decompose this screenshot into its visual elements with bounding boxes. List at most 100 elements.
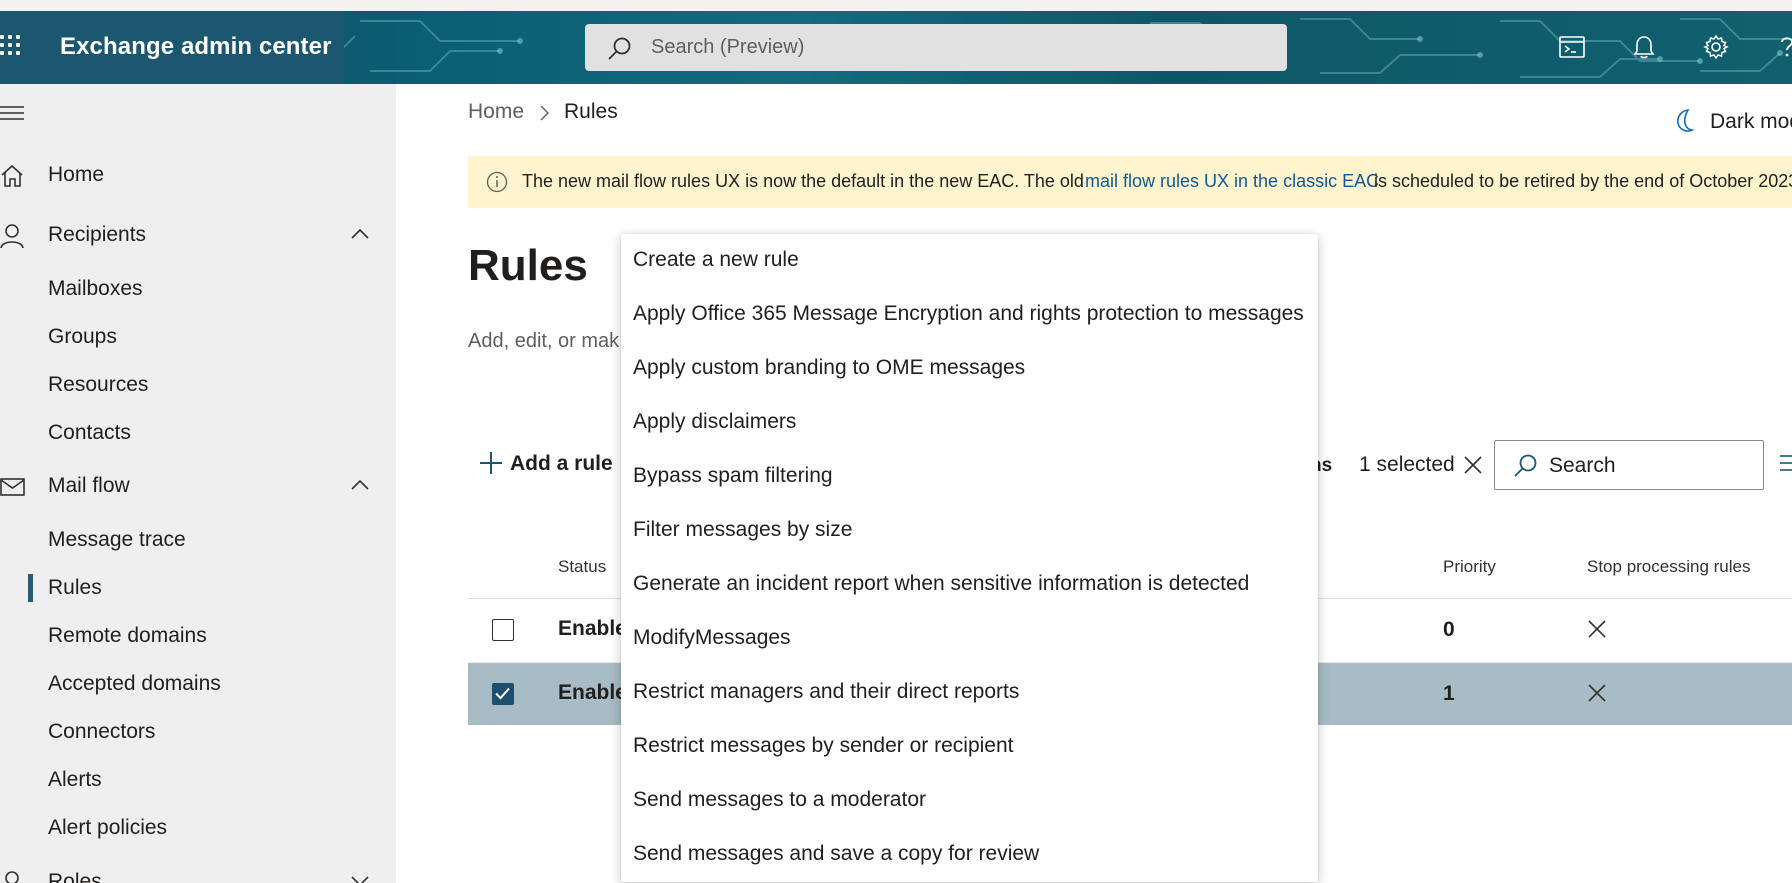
menu-item-moderator[interactable]: Send messages to a moderator xyxy=(621,774,1318,828)
nav-item-recipients[interactable]: Recipients xyxy=(0,215,396,255)
nav-item-connectors[interactable]: Connectors xyxy=(0,712,396,752)
page-title: Rules xyxy=(468,241,588,290)
person-icon xyxy=(0,224,24,249)
column-header-stop-processing[interactable]: Stop processing rules xyxy=(1587,557,1750,577)
menu-item-label: Apply custom branding to OME messages xyxy=(633,356,1026,379)
menu-item-label: Bypass spam filtering xyxy=(633,464,833,487)
close-icon[interactable] xyxy=(1462,454,1484,476)
menu-item-apply-ome[interactable]: Apply Office 365 Message Encryption and … xyxy=(621,288,1318,342)
menu-item-restrict-managers[interactable]: Restrict managers and their direct repor… xyxy=(621,666,1318,720)
chevron-right-icon xyxy=(540,105,549,121)
row-status: Enable xyxy=(558,617,627,640)
menu-item-modify-messages[interactable]: ModifyMessages xyxy=(621,612,1318,666)
info-banner: The new mail flow rules UX is now the de… xyxy=(468,156,1792,208)
nav-item-label: Mail flow xyxy=(48,474,130,497)
nav-item-message-trace[interactable]: Message trace xyxy=(0,520,396,560)
moon-icon xyxy=(1677,108,1695,132)
chevron-up-icon[interactable] xyxy=(350,227,370,241)
menu-item-label: Filter messages by size xyxy=(633,518,853,541)
menu-item-label: Send messages to a moderator xyxy=(633,788,926,811)
terminal-icon[interactable] xyxy=(1558,33,1586,61)
nav-item-groups[interactable]: Groups xyxy=(0,317,396,357)
nav-item-label: Roles xyxy=(48,870,102,883)
nav-item-contacts[interactable]: Contacts xyxy=(0,413,396,453)
global-search-input[interactable]: Search (Preview) xyxy=(585,24,1287,71)
search-icon xyxy=(608,37,631,60)
chevron-down-icon[interactable] xyxy=(350,874,370,883)
nav-item-label: Resources xyxy=(48,373,149,396)
nav-item-label: Contacts xyxy=(48,421,131,444)
banner-link[interactable]: mail flow rules UX in the classic EAC xyxy=(1085,171,1379,192)
row-priority: 1 xyxy=(1443,682,1455,705)
chevron-up-icon[interactable] xyxy=(350,478,370,492)
breadcrumb-current: Rules xyxy=(564,100,618,123)
nav-item-label: Rules xyxy=(48,576,102,599)
filter-icon[interactable] xyxy=(1780,452,1792,476)
menu-item-incident-report[interactable]: Generate an incident report when sensiti… xyxy=(621,558,1318,612)
menu-item-label: Restrict managers and their direct repor… xyxy=(633,680,1020,703)
search-icon xyxy=(1514,454,1537,477)
row-priority: 0 xyxy=(1443,618,1455,641)
add-rule-label: Add a rule xyxy=(510,452,613,475)
nav-item-label: Home xyxy=(48,163,105,186)
nav-item-label: Remote domains xyxy=(48,624,207,647)
table-search-input[interactable]: Search xyxy=(1494,440,1764,490)
table-search-placeholder: Search xyxy=(1549,454,1616,477)
menu-item-label: Send messages and save a copy for review xyxy=(633,842,1040,865)
nav-item-rules[interactable]: Rules xyxy=(0,568,396,608)
nav-item-label: Recipients xyxy=(48,223,147,246)
add-rule-dropdown-menu: Create a new rule Apply Office 365 Messa… xyxy=(621,234,1318,882)
help-icon[interactable] xyxy=(1774,33,1792,61)
browser-top-strip xyxy=(0,0,1792,11)
menu-item-label: Apply Office 365 Message Encryption and … xyxy=(633,302,1304,325)
nav-item-home[interactable]: Home xyxy=(0,155,396,195)
nav-item-label: Mailboxes xyxy=(48,277,143,300)
menu-item-restrict-sender[interactable]: Restrict messages by sender or recipient xyxy=(621,720,1318,774)
app-launcher-icon[interactable] xyxy=(0,35,24,59)
row-checkbox[interactable] xyxy=(492,619,514,641)
search-placeholder: Search (Preview) xyxy=(651,36,805,58)
menu-item-bypass-spam[interactable]: Bypass spam filtering xyxy=(621,450,1318,504)
nav-item-alerts[interactable]: Alerts xyxy=(0,760,396,800)
nav-item-remote-domains[interactable]: Remote domains xyxy=(0,616,396,656)
row-status: Enable xyxy=(558,681,627,704)
menu-item-label: Create a new rule xyxy=(633,248,799,271)
menu-item-label: Generate an incident report when sensiti… xyxy=(633,572,1250,595)
row-checkbox-checked[interactable] xyxy=(492,683,514,705)
column-header-priority[interactable]: Priority xyxy=(1443,557,1496,577)
left-navigation: Home Recipients Mailboxes Groups Resourc… xyxy=(0,84,396,883)
nav-item-label: Alert policies xyxy=(48,816,168,839)
home-icon xyxy=(1,164,23,187)
breadcrumb-home[interactable]: Home xyxy=(468,100,524,124)
menu-item-disclaimers[interactable]: Apply disclaimers xyxy=(621,396,1318,450)
menu-item-create-new-rule[interactable]: Create a new rule xyxy=(621,234,1318,288)
nav-item-mail-flow[interactable]: Mail flow xyxy=(0,466,396,506)
menu-item-custom-branding[interactable]: Apply custom branding to OME messages xyxy=(621,342,1318,396)
mail-icon xyxy=(0,478,25,496)
banner-text-end: is scheduled to be retired by the end of… xyxy=(1374,171,1792,191)
nav-item-label: Accepted domains xyxy=(48,672,221,695)
app-title[interactable]: Exchange admin center xyxy=(60,33,332,61)
roles-icon xyxy=(5,871,19,883)
nav-item-roles[interactable]: Roles xyxy=(0,862,396,883)
nav-item-resources[interactable]: Resources xyxy=(0,365,396,405)
nav-item-label: Alerts xyxy=(48,768,102,791)
menu-item-filter-size[interactable]: Filter messages by size xyxy=(621,504,1318,558)
dark-mode-label: Dark mode xyxy=(1710,110,1792,133)
nav-item-mailboxes[interactable]: Mailboxes xyxy=(0,269,396,309)
bell-icon[interactable] xyxy=(1630,33,1658,61)
nav-item-label: Connectors xyxy=(48,720,156,743)
nav-item-accepted-domains[interactable]: Accepted domains xyxy=(0,664,396,704)
selected-count: 1 selected xyxy=(1359,453,1455,476)
nav-item-label: Groups xyxy=(48,325,117,348)
menu-item-label: Restrict messages by sender or recipient xyxy=(633,734,1014,757)
page-description: Add, edit, or mak xyxy=(468,330,620,352)
banner-text: The new mail flow rules UX is now the de… xyxy=(522,171,1084,191)
column-header-status[interactable]: Status xyxy=(558,557,606,577)
gear-icon[interactable] xyxy=(1702,33,1730,61)
nav-item-alert-policies[interactable]: Alert policies xyxy=(0,808,396,848)
close-icon xyxy=(1588,620,1606,638)
menu-item-save-copy[interactable]: Send messages and save a copy for review xyxy=(621,828,1318,882)
nav-item-label: Message trace xyxy=(48,528,186,551)
hamburger-menu-icon[interactable] xyxy=(0,106,24,120)
